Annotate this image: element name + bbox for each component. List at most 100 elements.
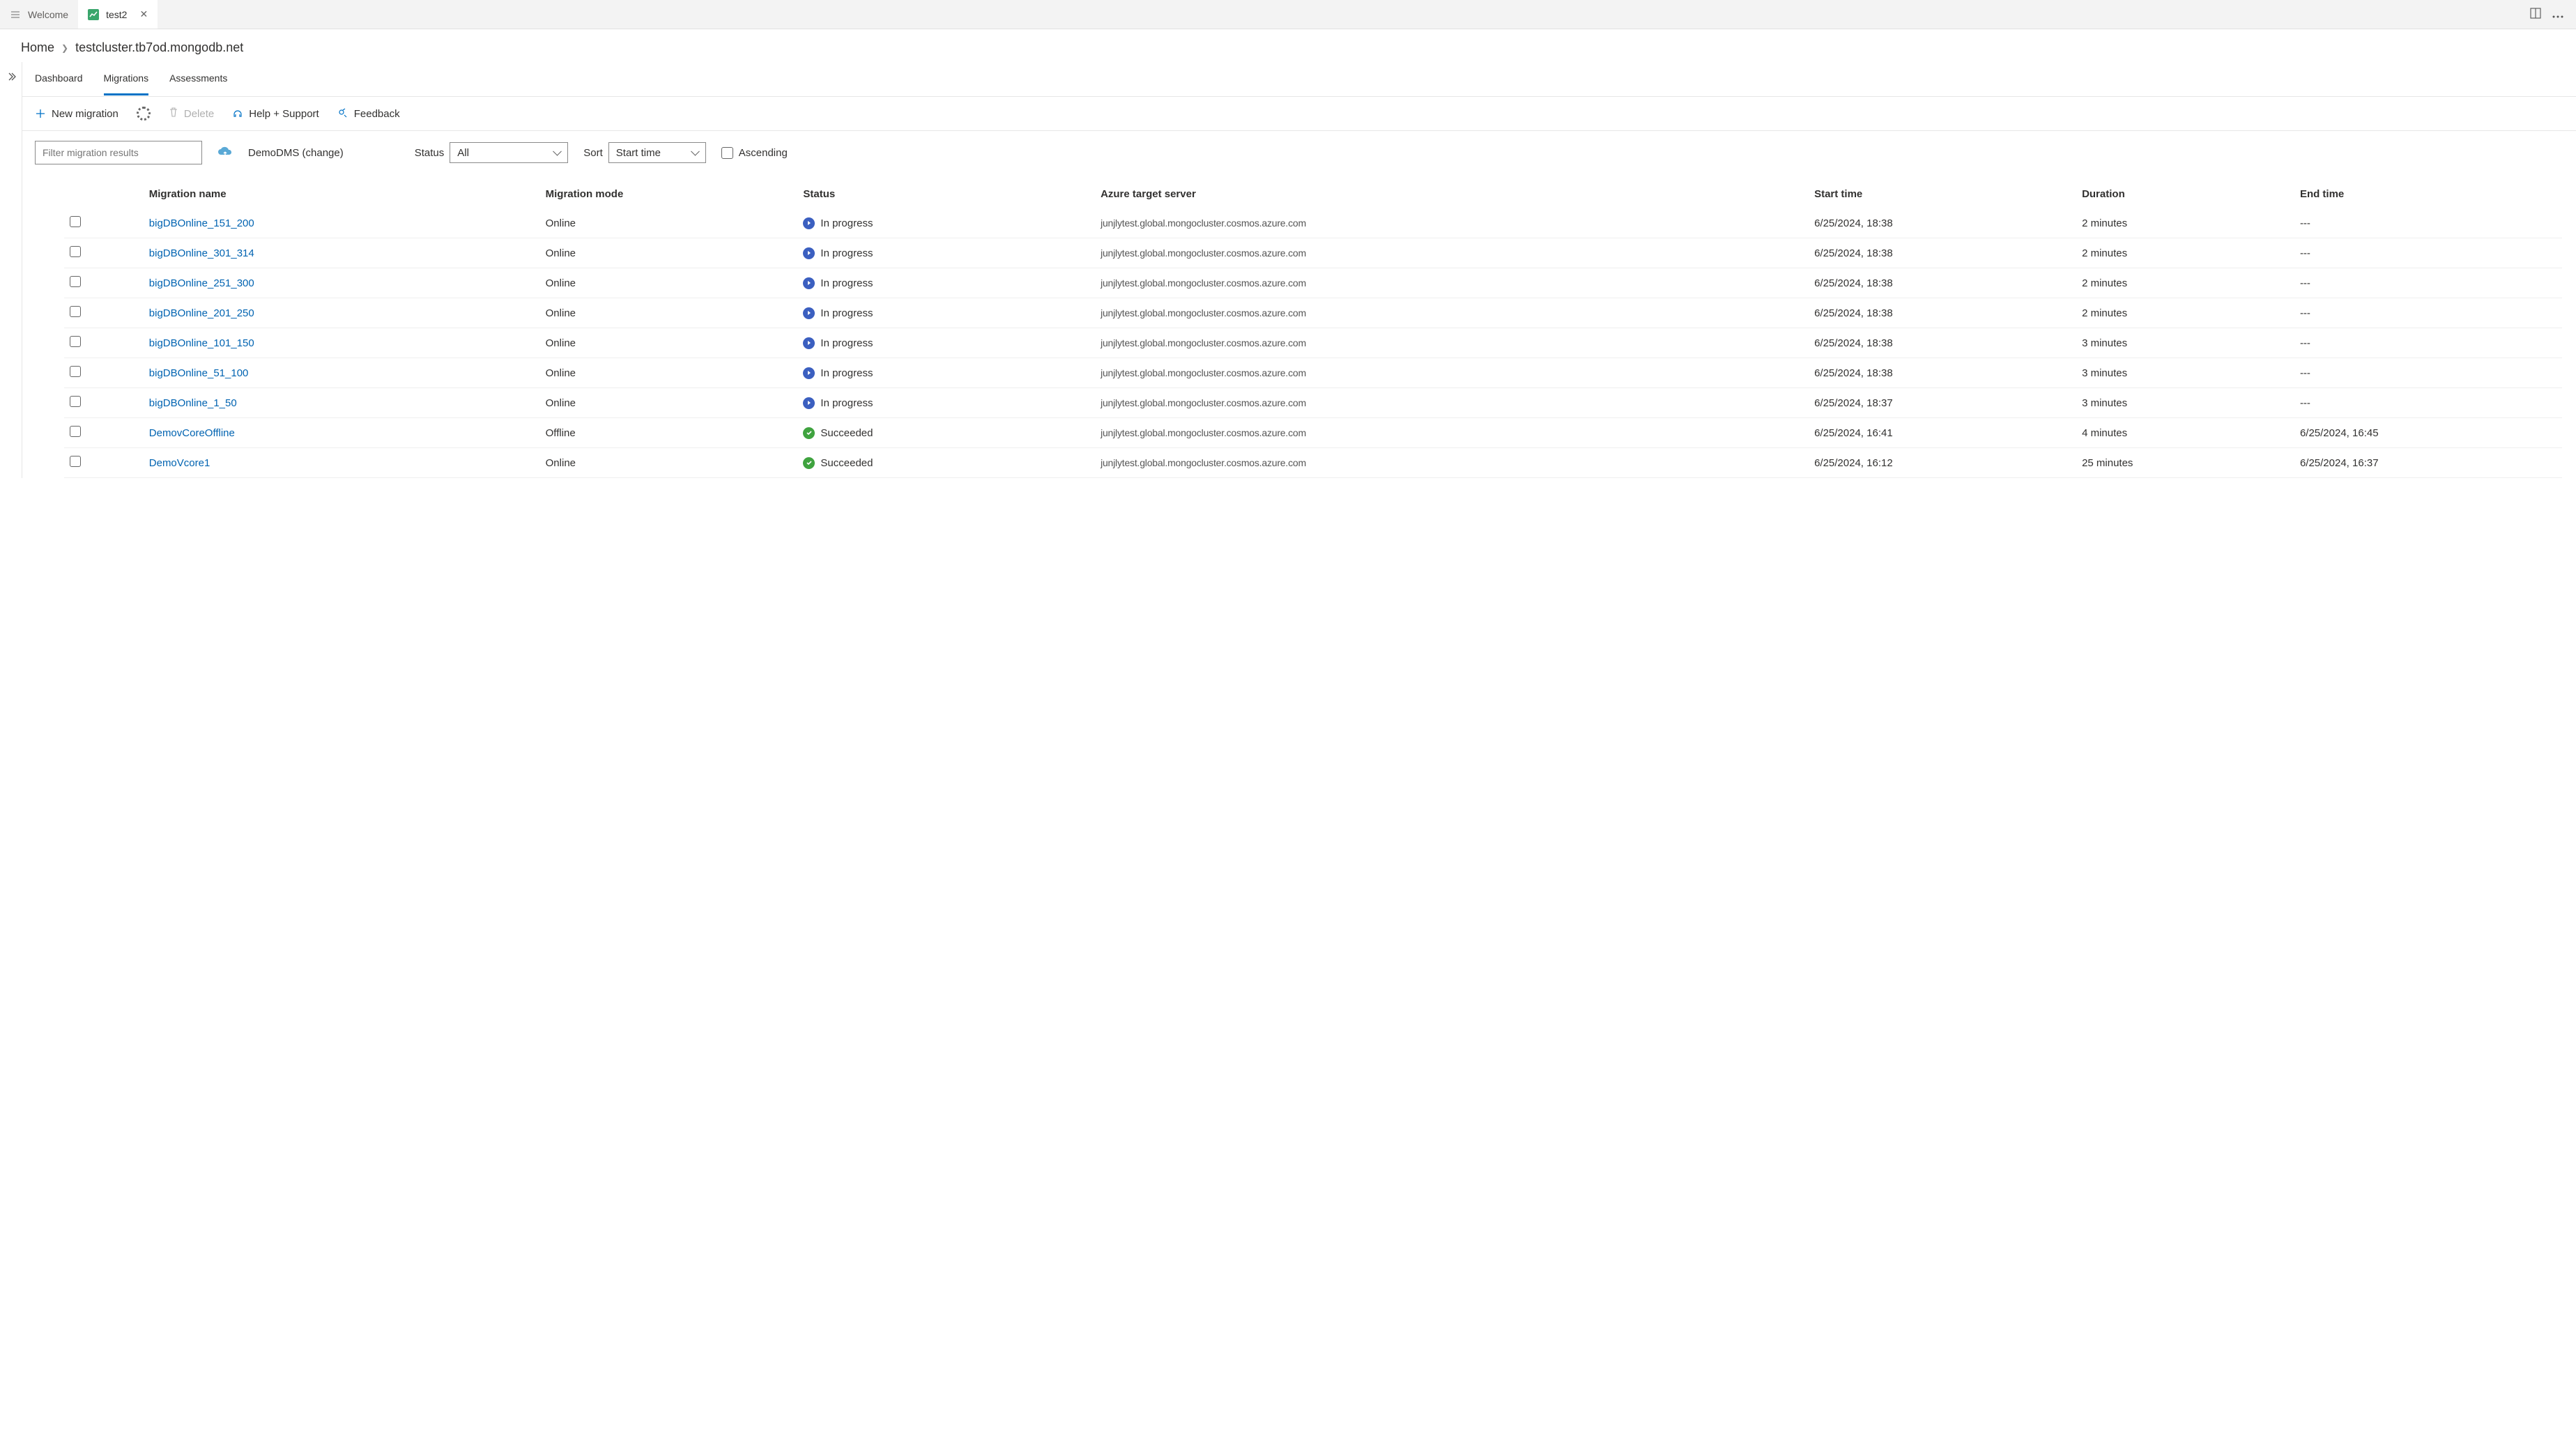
col-header-mode[interactable]: Migration mode xyxy=(540,181,798,208)
status-cell: In progress xyxy=(803,247,1089,259)
tab-test2[interactable]: test2 ✕ xyxy=(78,0,158,29)
start-time: 6/25/2024, 18:38 xyxy=(1809,298,2076,328)
in-progress-icon xyxy=(803,367,815,379)
feedback-icon xyxy=(337,108,348,119)
status-select-value: All xyxy=(457,147,469,159)
end-time: --- xyxy=(2294,208,2562,238)
status-cell: In progress xyxy=(803,367,1089,379)
expand-sidebar-button[interactable] xyxy=(0,62,22,478)
target-server: junjlytest.global.mongocluster.cosmos.az… xyxy=(1095,358,1809,388)
tab-welcome[interactable]: Welcome xyxy=(0,0,78,29)
filter-input[interactable] xyxy=(35,141,202,164)
row-checkbox[interactable] xyxy=(70,426,81,437)
start-time: 6/25/2024, 16:41 xyxy=(1809,418,2076,448)
migration-mode: Online xyxy=(540,298,798,328)
toolbar: New migration Delete Help + Support Feed xyxy=(22,97,2576,131)
row-checkbox[interactable] xyxy=(70,246,81,257)
duration: 2 minutes xyxy=(2076,238,2294,268)
table-row: bigDBOnline_101_150OnlineIn progressjunj… xyxy=(64,328,2562,358)
col-header-start[interactable]: Start time xyxy=(1809,181,2076,208)
duration: 3 minutes xyxy=(2076,328,2294,358)
col-header-duration[interactable]: Duration xyxy=(2076,181,2294,208)
duration: 3 minutes xyxy=(2076,388,2294,418)
table-row: bigDBOnline_201_250OnlineIn progressjunj… xyxy=(64,298,2562,328)
migration-mode: Online xyxy=(540,208,798,238)
sort-select-value: Start time xyxy=(616,147,661,159)
migration-name-link[interactable]: bigDBOnline_1_50 xyxy=(149,397,237,409)
ascending-checkbox[interactable]: Ascending xyxy=(721,147,788,159)
migration-name-link[interactable]: bigDBOnline_151_200 xyxy=(149,217,254,229)
migration-name-link[interactable]: bigDBOnline_101_150 xyxy=(149,337,254,349)
more-icon[interactable] xyxy=(2552,9,2563,20)
split-editor-icon[interactable] xyxy=(2530,8,2541,21)
close-icon[interactable]: ✕ xyxy=(139,8,148,20)
status-cell: In progress xyxy=(803,307,1089,319)
breadcrumb-home[interactable]: Home xyxy=(21,40,54,55)
delete-button: Delete xyxy=(169,107,214,120)
migration-name-link[interactable]: bigDBOnline_251_300 xyxy=(149,277,254,289)
feedback-button[interactable]: Feedback xyxy=(337,108,400,120)
duration: 2 minutes xyxy=(2076,208,2294,238)
row-checkbox[interactable] xyxy=(70,306,81,317)
tab-assessments[interactable]: Assessments xyxy=(169,63,227,95)
duration: 25 minutes xyxy=(2076,448,2294,478)
row-checkbox[interactable] xyxy=(70,456,81,467)
end-time: --- xyxy=(2294,238,2562,268)
help-button[interactable]: Help + Support xyxy=(232,108,319,120)
col-header-status[interactable]: Status xyxy=(797,181,1095,208)
dms-selector[interactable]: DemoDMS (change) xyxy=(248,147,344,159)
in-progress-icon xyxy=(803,247,815,259)
succeeded-icon xyxy=(803,457,815,469)
migration-name-link[interactable]: bigDBOnline_51_100 xyxy=(149,367,249,379)
sort-select[interactable]: Start time xyxy=(608,142,706,163)
row-checkbox[interactable] xyxy=(70,366,81,377)
ascending-label: Ascending xyxy=(739,147,788,159)
col-header-name[interactable]: Migration name xyxy=(144,181,540,208)
tab-dashboard[interactable]: Dashboard xyxy=(35,63,83,95)
migrations-table: Migration name Migration mode Status Azu… xyxy=(64,181,2562,478)
start-time: 6/25/2024, 18:38 xyxy=(1809,328,2076,358)
chevron-right-icon: ❯ xyxy=(61,43,68,53)
row-checkbox[interactable] xyxy=(70,396,81,407)
start-time: 6/25/2024, 16:12 xyxy=(1809,448,2076,478)
status-cell: Succeeded xyxy=(803,427,1089,439)
status-cell: Succeeded xyxy=(803,457,1089,469)
start-time: 6/25/2024, 18:38 xyxy=(1809,208,2076,238)
status-text: In progress xyxy=(820,367,873,379)
sort-label: Sort xyxy=(583,147,603,159)
row-checkbox[interactable] xyxy=(70,336,81,347)
checkbox-icon xyxy=(721,147,733,159)
migration-mode: Online xyxy=(540,358,798,388)
migration-mode: Online xyxy=(540,388,798,418)
migration-name-link[interactable]: DemovCoreOffline xyxy=(149,427,235,439)
col-header-end[interactable]: End time xyxy=(2294,181,2562,208)
new-migration-button[interactable]: New migration xyxy=(35,108,118,120)
migration-name-link[interactable]: DemoVcore1 xyxy=(149,457,210,469)
plus-icon xyxy=(35,108,46,119)
duration: 3 minutes xyxy=(2076,358,2294,388)
page-tabs: Dashboard Migrations Assessments xyxy=(22,62,2576,97)
in-progress-icon xyxy=(803,337,815,349)
table-row: bigDBOnline_1_50OnlineIn progressjunjlyt… xyxy=(64,388,2562,418)
end-time: --- xyxy=(2294,358,2562,388)
tab-migrations[interactable]: Migrations xyxy=(104,63,149,95)
in-progress-icon xyxy=(803,307,815,319)
succeeded-icon xyxy=(803,427,815,439)
row-checkbox[interactable] xyxy=(70,216,81,227)
migration-mode: Online xyxy=(540,328,798,358)
delete-label: Delete xyxy=(184,108,214,120)
migration-name-link[interactable]: bigDBOnline_301_314 xyxy=(149,247,254,259)
target-server: junjlytest.global.mongocluster.cosmos.az… xyxy=(1095,208,1809,238)
end-time: 6/25/2024, 16:37 xyxy=(2294,448,2562,478)
breadcrumb: Home ❯ testcluster.tb7od.mongodb.net xyxy=(0,29,2576,62)
loading-spinner-icon xyxy=(137,107,151,121)
cloud-upload-icon[interactable] xyxy=(217,145,233,160)
col-header-target[interactable]: Azure target server xyxy=(1095,181,1809,208)
duration: 2 minutes xyxy=(2076,268,2294,298)
in-progress-icon xyxy=(803,277,815,289)
status-cell: In progress xyxy=(803,217,1089,229)
status-cell: In progress xyxy=(803,397,1089,409)
migration-name-link[interactable]: bigDBOnline_201_250 xyxy=(149,307,254,319)
row-checkbox[interactable] xyxy=(70,276,81,287)
status-select[interactable]: All xyxy=(450,142,568,163)
